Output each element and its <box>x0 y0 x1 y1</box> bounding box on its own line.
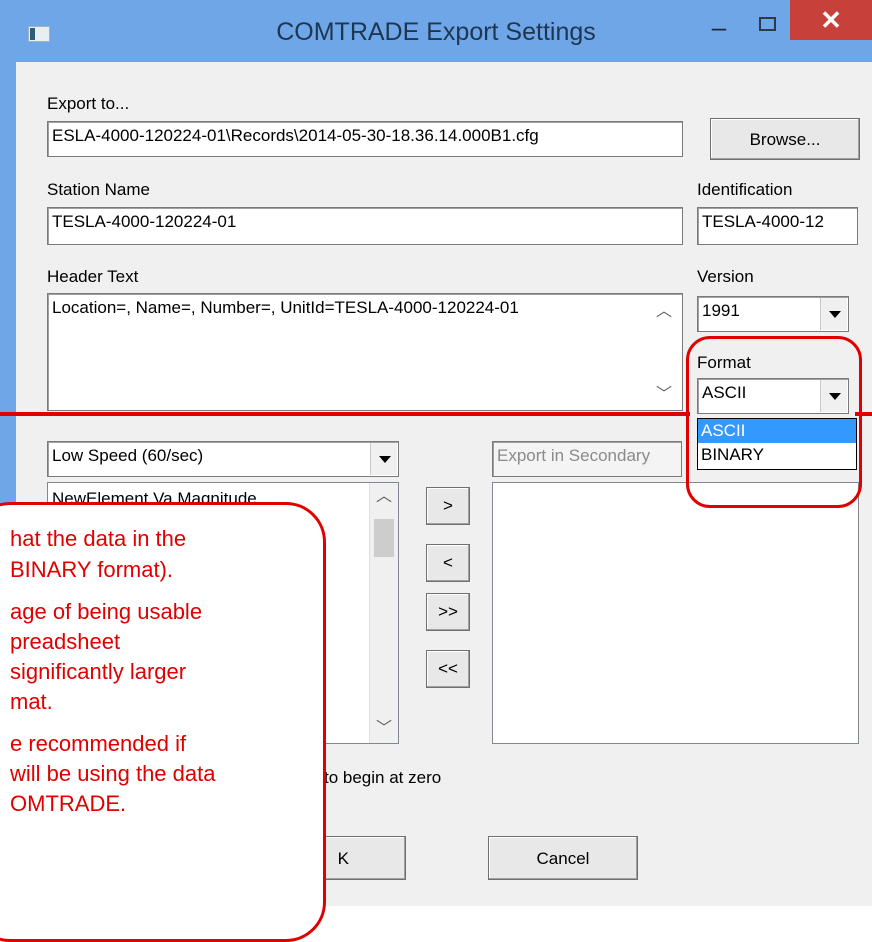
add-all-channels-button[interactable]: >> <box>426 593 470 631</box>
maximize-icon[interactable] <box>755 14 779 40</box>
remove-all-channels-button[interactable]: << <box>426 650 470 688</box>
annotation-callout: hat the data in the BINARY format). age … <box>0 502 326 942</box>
callout-line: will be using the data <box>10 761 216 786</box>
callout-line: BINARY format). <box>10 557 174 582</box>
chevron-down-icon[interactable] <box>820 298 847 330</box>
export-to-label: Export to... <box>47 94 130 113</box>
callout-line: e recommended if <box>10 731 187 756</box>
chevron-up-icon[interactable]: ︿ <box>650 298 678 326</box>
identification-label: Identification <box>697 180 793 199</box>
chevron-down-icon[interactable]: ﹀ <box>370 715 398 743</box>
remove-channel-button[interactable]: < <box>426 544 470 582</box>
callout-line: age of being usable <box>10 599 203 624</box>
callout-line: mat. <box>10 689 53 714</box>
station-name-input[interactable]: TESLA-4000-120224-01 <box>47 207 683 245</box>
callout-line: OMTRADE. <box>10 791 127 816</box>
version-selected: 1991 <box>702 301 740 320</box>
sample-rate-select[interactable]: Low Speed (60/sec) <box>47 441 399 477</box>
minimize-button[interactable]: – <box>707 14 731 40</box>
begin-at-zero-label: to begin at zero <box>324 768 442 787</box>
header-text-label: Header Text <box>47 267 139 286</box>
header-text-value: Location=, Name=, Number=, UnitId=TESLA-… <box>52 298 519 317</box>
export-path-input[interactable]: ESLA-4000-120224-01\Records\2014-05-30-1… <box>47 121 683 157</box>
callout-line: hat the data in the <box>10 526 187 551</box>
header-text-area[interactable]: Location=, Name=, Number=, UnitId=TESLA-… <box>47 293 683 411</box>
secondary-select[interactable]: Export in Secondary <box>492 441 682 477</box>
title-bar[interactable]: COMTRADE Export Settings – ✕ <box>0 0 872 62</box>
callout-line: preadsheet <box>10 629 121 654</box>
identification-input[interactable]: TESLA-4000-12 <box>697 207 858 245</box>
format-highlight-box <box>686 336 862 508</box>
version-label: Version <box>697 267 754 286</box>
window-title: COMTRADE Export Settings <box>276 18 596 46</box>
station-name-label: Station Name <box>47 180 150 199</box>
browse-button[interactable]: Browse... <box>710 118 860 160</box>
close-button[interactable]: ✕ <box>790 0 872 40</box>
chevron-down-icon[interactable]: ﹀ <box>650 381 678 409</box>
add-channel-button[interactable]: > <box>426 487 470 525</box>
chevron-down-icon[interactable] <box>370 443 397 475</box>
sample-rate-selected: Low Speed (60/sec) <box>52 446 204 465</box>
annotation-divider-line <box>0 412 690 416</box>
channel-list-scrollbar[interactable]: ︿ ﹀ <box>369 483 398 743</box>
cancel-button[interactable]: Cancel <box>488 836 638 880</box>
callout-line: significantly larger <box>10 659 187 684</box>
scroll-thumb[interactable] <box>374 519 394 557</box>
selected-channel-list[interactable] <box>492 482 859 744</box>
chevron-up-icon[interactable]: ︿ <box>370 483 398 511</box>
version-select[interactable]: 1991 <box>697 296 849 332</box>
